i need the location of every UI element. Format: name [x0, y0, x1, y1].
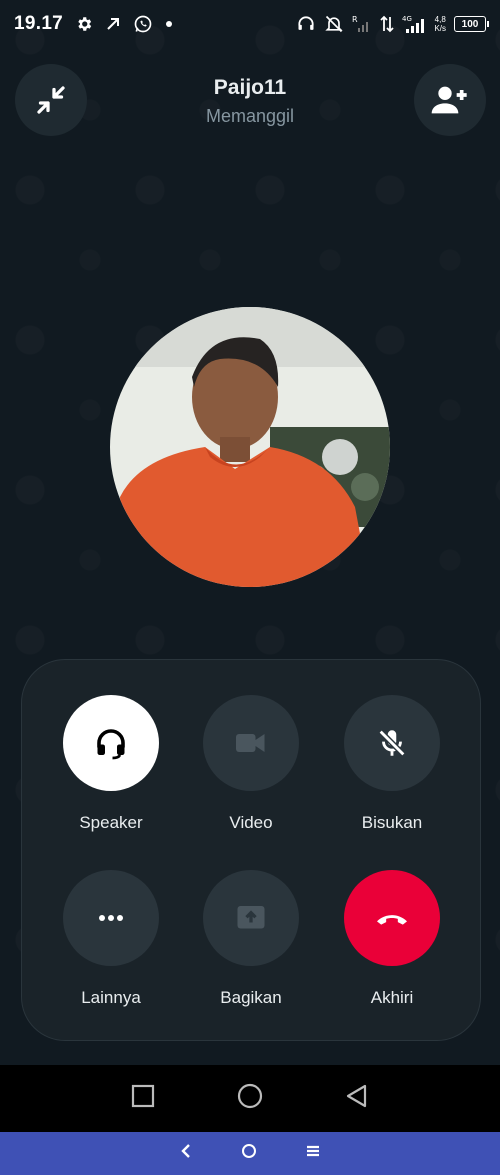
more-horizontal-icon — [99, 915, 123, 921]
caller-avatar — [110, 307, 390, 587]
battery-level: 100 — [461, 18, 479, 30]
notifications-off-icon — [324, 14, 344, 34]
arrow-up-right-icon — [105, 16, 121, 32]
gear-icon — [75, 15, 93, 33]
menu-icon — [307, 1145, 319, 1157]
home-button[interactable] — [236, 1082, 264, 1115]
whatsapp-icon — [133, 14, 153, 34]
speaker-label: Speaker — [79, 813, 143, 832]
add-participant-button[interactable] — [414, 64, 486, 136]
headset-icon — [97, 729, 125, 760]
mic-off-icon — [378, 729, 406, 757]
end-call-button[interactable] — [344, 870, 440, 966]
net-speed-unit: K/s — [434, 24, 446, 33]
call-controls-panel: Speaker Video Bisukan Lainnya Bagikan Ak… — [21, 659, 481, 1041]
end-call-control[interactable]: Akhiri — [322, 870, 462, 1008]
mute-label: Bisukan — [361, 813, 423, 832]
net-speed: 4,8 K/s — [434, 15, 446, 33]
share-label: Bagikan — [220, 988, 282, 1007]
mute-control[interactable]: Bisukan — [322, 695, 462, 833]
add-person-icon — [431, 86, 467, 114]
nav-back-button[interactable] — [179, 1142, 193, 1165]
signal-4g-icon: 4G — [402, 14, 426, 34]
status-time: 19.17 — [14, 13, 64, 34]
svg-text:4G: 4G — [402, 15, 412, 23]
system-nav-bar — [0, 1065, 500, 1132]
more-label: Lainnya — [81, 988, 141, 1007]
svg-text:R: R — [352, 15, 358, 24]
video-camera-icon — [236, 734, 265, 752]
video-button[interactable] — [203, 695, 299, 791]
video-control[interactable]: Video — [181, 695, 321, 833]
signal-roaming-icon: R — [352, 14, 372, 34]
circle-outline-icon — [242, 1144, 256, 1158]
circle-icon — [237, 1083, 263, 1109]
speaker-button[interactable] — [63, 695, 159, 791]
more-control[interactable]: Lainnya — [41, 870, 181, 1008]
nav-menu-button[interactable] — [305, 1142, 321, 1165]
recent-apps-button[interactable] — [130, 1083, 156, 1114]
screen-share-icon — [237, 906, 265, 929]
video-label: Video — [229, 813, 273, 832]
net-speed-value: 4,8 — [434, 15, 446, 24]
battery-icon: 100 — [454, 16, 489, 32]
headset-status-icon — [296, 14, 316, 34]
triangle-back-icon — [346, 1084, 367, 1108]
more-button[interactable] — [63, 870, 159, 966]
square-icon — [131, 1084, 155, 1108]
mute-button[interactable] — [344, 695, 440, 791]
hang-up-icon — [377, 915, 407, 925]
notification-dot-icon — [165, 20, 173, 28]
status-bar: 19.17 R 4G 4,8 K/s 100 — [0, 0, 500, 48]
nav-home-button[interactable] — [241, 1142, 257, 1165]
end-call-label: Akhiri — [370, 988, 414, 1007]
data-transfer-icon — [380, 14, 395, 34]
speaker-control[interactable]: Speaker — [41, 695, 181, 833]
secondary-nav-bar — [0, 1132, 500, 1175]
share-control[interactable]: Bagikan — [181, 870, 321, 1008]
chevron-left-icon — [181, 1144, 190, 1158]
share-button[interactable] — [203, 870, 299, 966]
back-button[interactable] — [344, 1083, 370, 1114]
call-screen: 19.17 R 4G 4,8 K/s 100 Paijo11 Memanggil… — [0, 0, 500, 1065]
